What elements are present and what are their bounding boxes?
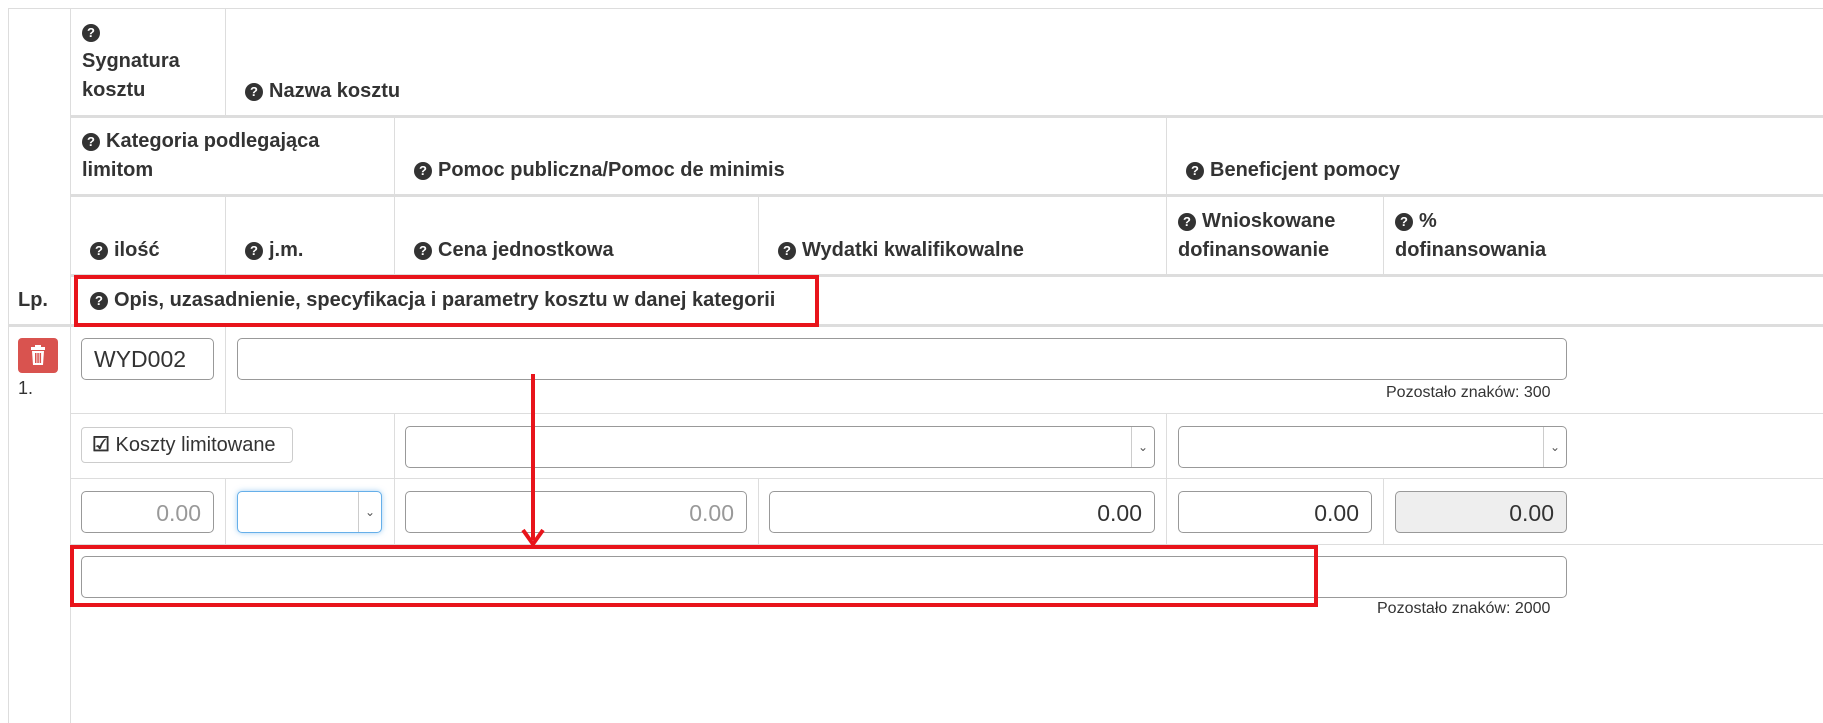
arrow-annotation <box>521 374 545 548</box>
header-wnioskowane: ? Wnioskowane dofinansowanie <box>1178 210 1336 261</box>
question-circle-icon[interactable]: ? <box>1395 213 1413 231</box>
question-circle-icon[interactable]: ? <box>778 242 796 260</box>
question-circle-icon[interactable]: ? <box>90 242 108 260</box>
wydatki-input[interactable]: 0.00 <box>769 491 1155 533</box>
header-ilosc: ? ilość <box>90 236 160 265</box>
header-procent: ?% dofinansowania <box>1395 210 1547 261</box>
question-circle-icon[interactable]: ? <box>1186 162 1204 180</box>
trash-icon <box>31 345 45 365</box>
check-square-icon: ☑ <box>92 434 110 456</box>
jm-select[interactable]: ⌄ <box>237 491 382 533</box>
procent-input: 0.00 <box>1395 491 1567 533</box>
question-circle-icon[interactable]: ? <box>414 242 432 260</box>
header-sygnatura: ? Sygnatura kosztu <box>82 24 180 101</box>
highlight-header-box <box>74 275 819 327</box>
chevron-down-icon: ⌄ <box>1131 427 1154 467</box>
header-kategoria: ? Kategoria podlegająca limitom <box>82 130 320 181</box>
row-number: 1. <box>18 378 34 398</box>
sygnatura-input[interactable]: WYD002 <box>81 338 214 380</box>
question-circle-icon[interactable]: ? <box>82 133 100 151</box>
header-beneficjent: ? Beneficjent pomocy <box>1186 156 1400 185</box>
header-lp: Lp. <box>18 289 48 311</box>
question-circle-icon[interactable]: ? <box>414 162 432 180</box>
beneficjent-select[interactable]: ⌄ <box>1178 426 1567 468</box>
header-nazwa: ? Nazwa kosztu <box>245 77 400 106</box>
cena-input[interactable]: 0.00 <box>405 491 747 533</box>
nazwa-input[interactable] <box>237 338 1567 380</box>
ilosc-input[interactable]: 0.00 <box>81 491 214 533</box>
delete-row-button[interactable] <box>18 338 58 373</box>
nazwa-char-counter: Pozostało znaków: 300 <box>1386 384 1551 401</box>
question-circle-icon[interactable]: ? <box>245 242 263 260</box>
header-wydatki: ? Wydatki kwalifikowalne <box>778 236 1024 265</box>
koszty-limitowane-button[interactable]: ☑ Koszty limitowane <box>81 427 293 463</box>
opis-char-counter: Pozostało znaków: 2000 <box>1377 600 1551 617</box>
header-pomoc: ? Pomoc publiczna/Pomoc de minimis <box>414 156 785 185</box>
header-cena: ? Cena jednostkowa <box>414 236 614 265</box>
question-circle-icon[interactable]: ? <box>245 83 263 101</box>
chevron-down-icon: ⌄ <box>358 492 381 532</box>
highlight-field-box <box>70 545 1318 607</box>
wnioskowane-input[interactable]: 0.00 <box>1178 491 1372 533</box>
header-jm: ? j.m. <box>245 236 303 265</box>
chevron-down-icon: ⌄ <box>1543 427 1566 467</box>
question-circle-icon[interactable]: ? <box>82 24 100 42</box>
question-circle-icon[interactable]: ? <box>1178 213 1196 231</box>
